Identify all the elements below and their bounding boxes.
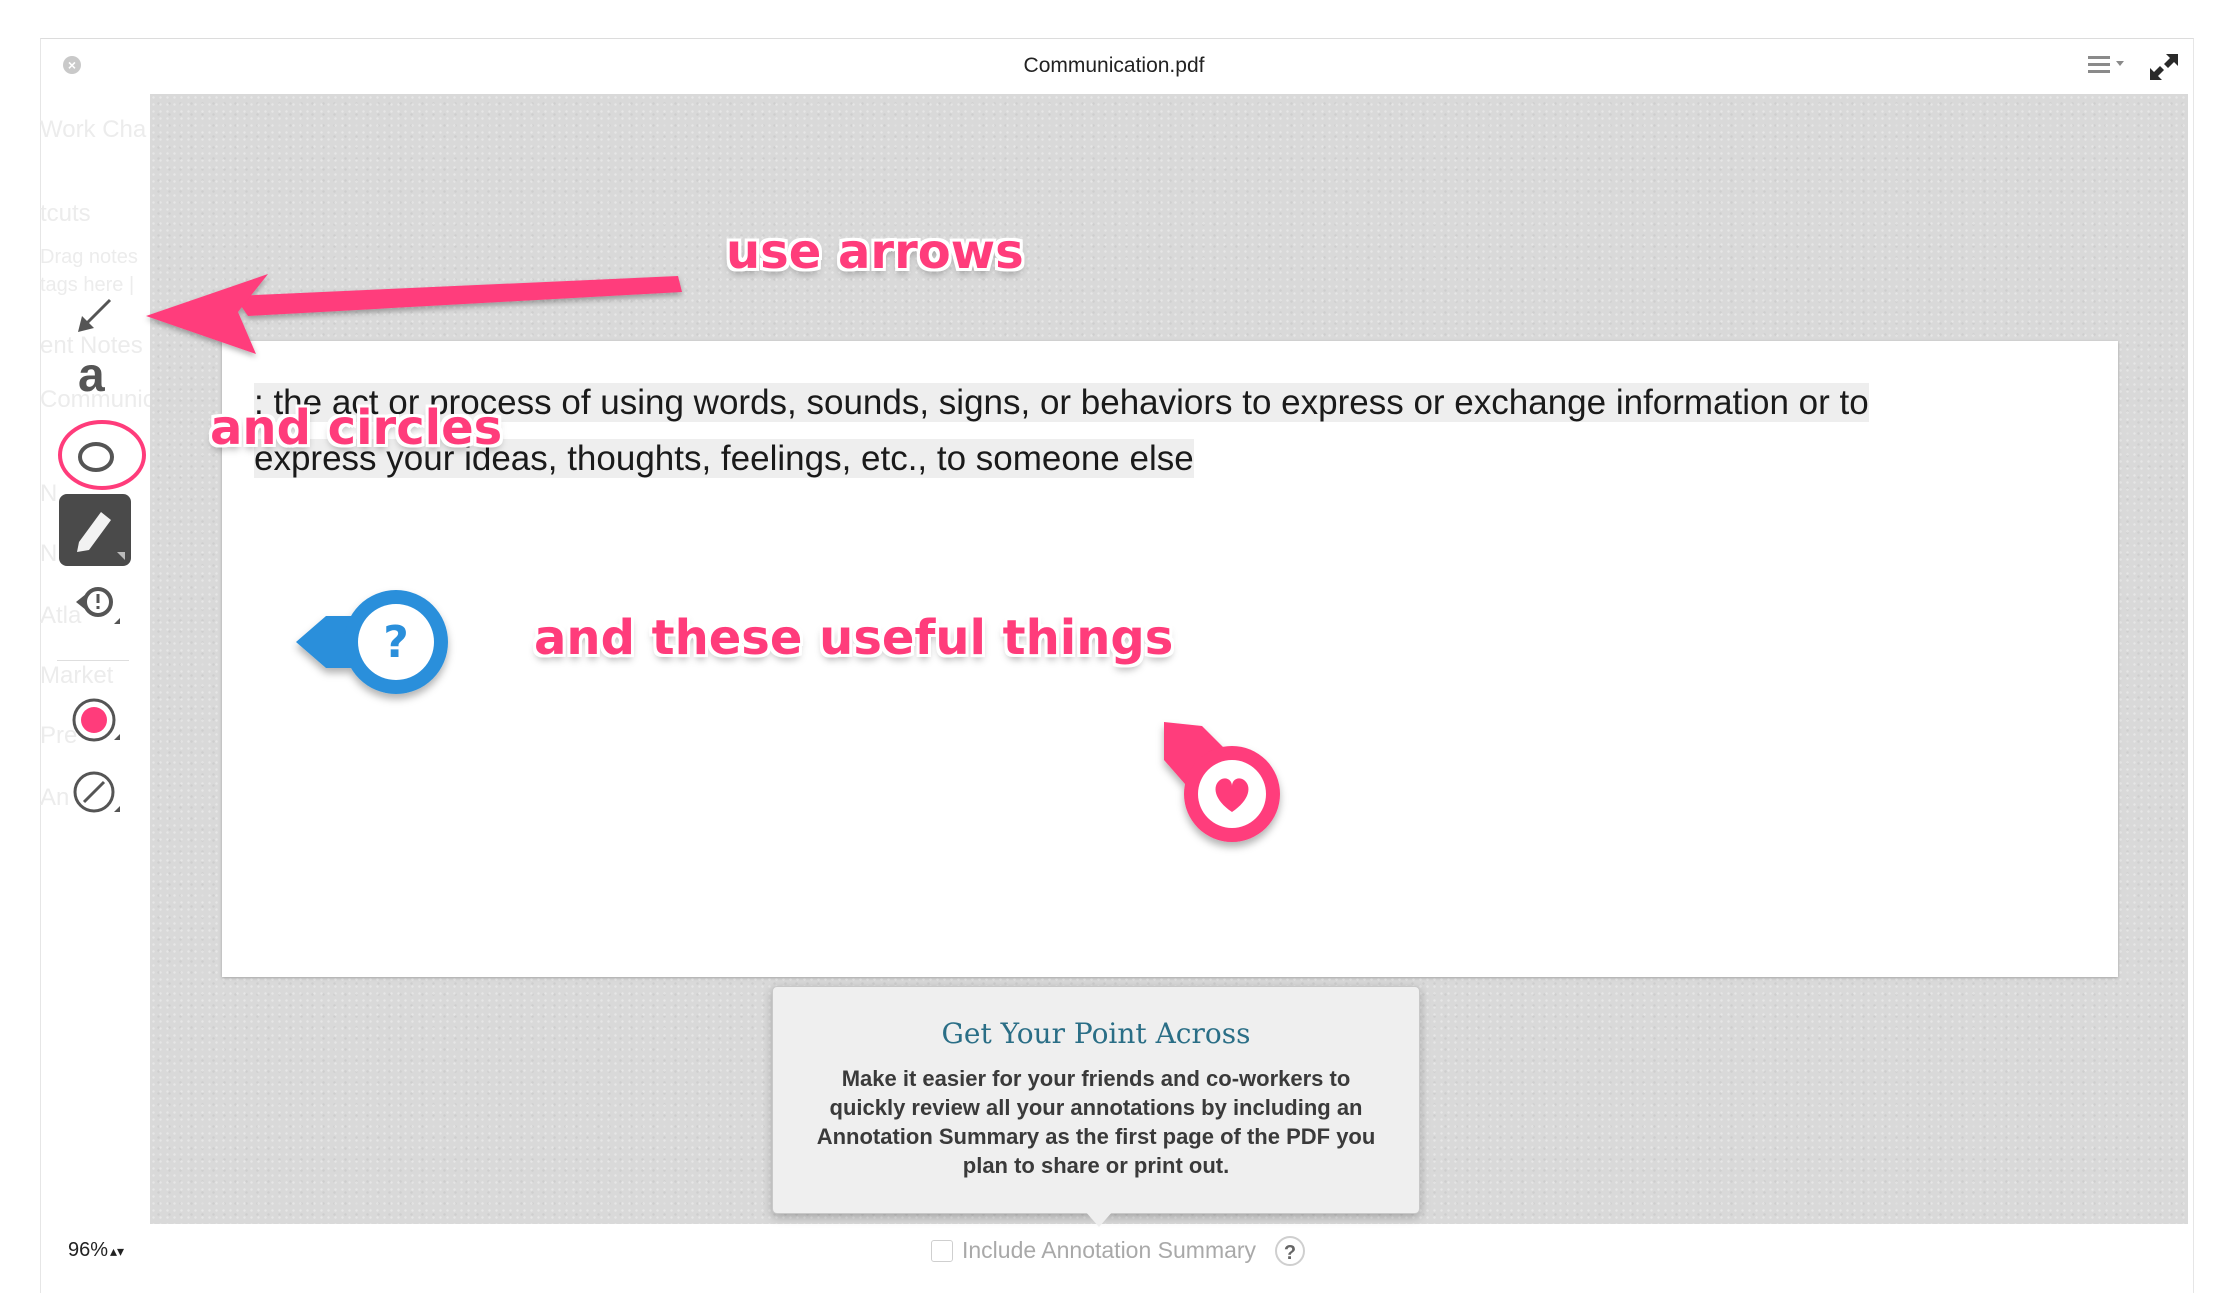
toolbar-divider (57, 660, 129, 661)
pointer-arrow-annotation (146, 274, 682, 354)
annotation-summary-popover: Get Your Point Across Make it easier for… (772, 986, 1420, 1214)
annotation-toolbar (40, 94, 150, 1224)
question-stamp-icon[interactable]: ? (290, 580, 470, 710)
list-menu-icon[interactable] (2086, 52, 2130, 78)
popover-title: Get Your Point Across (941, 1017, 1251, 1050)
zoom-value: 96% (68, 1239, 109, 1261)
text-a-icon[interactable]: a (78, 352, 105, 400)
definition-text[interactable]: : the act or process of using words, sou… (254, 375, 2054, 487)
highlighter-icon[interactable] (59, 494, 131, 566)
ellipse-icon[interactable] (56, 418, 150, 492)
annotation-label-circles: and circles (210, 400, 503, 456)
popover-pointer (1085, 1211, 1113, 1227)
include-summary-label[interactable]: Include Annotation Summary (962, 1237, 1256, 1264)
popover-body: Make it easier for your friends and co-w… (816, 1066, 1376, 1178)
heart-stamp-icon[interactable] (1150, 712, 1300, 862)
question-stamp-label: ? (383, 617, 409, 668)
annotation-label-things: and these useful things (534, 610, 1174, 666)
arrow-icon[interactable] (74, 294, 116, 336)
color-dot-icon[interactable] (70, 696, 124, 746)
slash-circle-icon[interactable] (70, 768, 124, 818)
annotation-label-arrows: use arrows (726, 224, 1024, 280)
zoom-stepper[interactable]: 96% ▴▾ (68, 1239, 124, 1262)
callout-stamp-icon[interactable] (72, 582, 124, 630)
include-summary-checkbox[interactable] (931, 1240, 953, 1262)
window-title: Communication.pdf (1023, 54, 1205, 77)
stepper-arrows-icon: ▴▾ (110, 1243, 125, 1259)
fullscreen-expand-icon[interactable] (2148, 52, 2180, 82)
help-button[interactable]: ? (1275, 1236, 1305, 1266)
